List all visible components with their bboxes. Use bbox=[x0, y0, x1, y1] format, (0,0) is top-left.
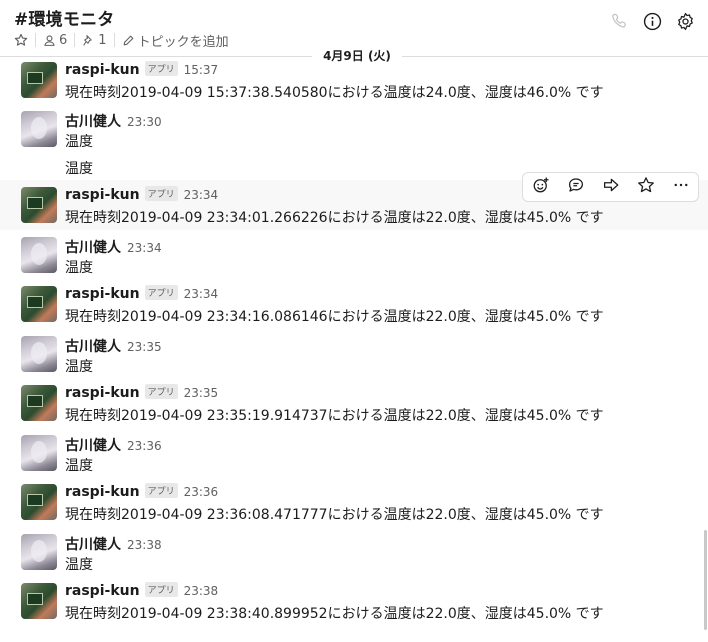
divider bbox=[35, 33, 36, 47]
members-count: 6 bbox=[59, 32, 68, 48]
timestamp[interactable]: 23:36 bbox=[127, 439, 162, 453]
avatar[interactable] bbox=[21, 385, 57, 421]
message[interactable]: 古川健人 23:36 温度 bbox=[0, 428, 708, 478]
author-name[interactable]: raspi-kun bbox=[65, 286, 140, 302]
reply-thread-icon bbox=[567, 176, 585, 198]
avatar[interactable] bbox=[21, 111, 57, 147]
details-button[interactable] bbox=[642, 12, 662, 35]
phone-icon bbox=[610, 12, 628, 34]
avatar[interactable] bbox=[21, 187, 57, 223]
members-button[interactable]: 6 bbox=[43, 33, 67, 48]
divider bbox=[74, 33, 76, 47]
author-name[interactable]: raspi-kun bbox=[65, 484, 140, 500]
avatar[interactable] bbox=[21, 534, 57, 570]
app-badge: アプリ bbox=[144, 483, 178, 498]
timestamp[interactable]: 23:38 bbox=[127, 538, 162, 552]
author-name[interactable]: 古川健人 bbox=[65, 534, 121, 554]
avatar[interactable] bbox=[21, 435, 57, 471]
timestamp[interactable]: 23:30 bbox=[127, 115, 162, 129]
avatar[interactable] bbox=[21, 237, 57, 273]
channel-title[interactable]: #環境モニタ bbox=[14, 5, 114, 30]
settings-button[interactable] bbox=[675, 12, 695, 35]
timestamp[interactable]: 23:36 bbox=[184, 485, 219, 499]
timestamp[interactable]: 23:35 bbox=[127, 340, 162, 354]
message[interactable]: 古川健人 23:35 温度 bbox=[0, 329, 708, 379]
share-message-button[interactable] bbox=[593, 173, 628, 201]
message-text: 温度 bbox=[65, 458, 93, 474]
author-name[interactable]: raspi-kun bbox=[65, 187, 140, 203]
message-text: 温度 bbox=[65, 260, 93, 276]
call-button[interactable] bbox=[609, 13, 629, 33]
message-text: 温度 bbox=[65, 134, 93, 150]
app-badge: アプリ bbox=[144, 285, 178, 300]
pin-icon bbox=[82, 34, 95, 47]
message[interactable]: raspi-kun アプリ 23:38 現在時刻2019-04-09 23:38… bbox=[0, 577, 708, 627]
message-text: 現在時刻2019-04-09 23:35:19.914737における温度は22.… bbox=[65, 408, 604, 424]
share-icon bbox=[602, 176, 620, 198]
message[interactable]: raspi-kun アプリ 15:37 現在時刻2019-04-09 15:37… bbox=[0, 58, 708, 104]
message[interactable]: 古川健人 23:30 温度 温度 bbox=[0, 104, 708, 180]
message-text: 温度 bbox=[65, 557, 93, 573]
gear-icon bbox=[676, 12, 695, 35]
message[interactable]: 古川健人 23:38 温度 bbox=[0, 527, 708, 577]
person-icon bbox=[43, 34, 56, 47]
avatar[interactable] bbox=[21, 286, 57, 322]
save-message-button[interactable] bbox=[628, 173, 663, 201]
author-name[interactable]: raspi-kun bbox=[65, 583, 140, 599]
author-name[interactable]: raspi-kun bbox=[65, 62, 140, 78]
add-topic-button[interactable]: トピックを追加 bbox=[122, 31, 229, 50]
message[interactable]: 古川健人 23:34 温度 bbox=[0, 230, 708, 280]
author-name[interactable]: 古川健人 bbox=[65, 111, 121, 131]
add-topic-label: トピックを追加 bbox=[137, 34, 229, 50]
message-text: 現在時刻2019-04-09 23:34:01.266226における温度は22.… bbox=[65, 210, 604, 226]
author-name[interactable]: 古川健人 bbox=[65, 435, 121, 455]
avatar[interactable] bbox=[21, 583, 57, 619]
avatar[interactable] bbox=[21, 336, 57, 372]
add-reaction-icon bbox=[532, 176, 550, 198]
message-text: 現在時刻2019-04-09 23:36:08.471777における温度は22.… bbox=[65, 507, 604, 523]
pins-button[interactable]: 1 bbox=[82, 32, 107, 48]
message[interactable]: raspi-kun アプリ 23:36 現在時刻2019-04-09 23:36… bbox=[0, 478, 708, 528]
message[interactable]: raspi-kun アプリ 23:35 現在時刻2019-04-09 23:35… bbox=[0, 379, 708, 429]
timestamp[interactable]: 15:37 bbox=[184, 63, 219, 77]
channel-meta: 6 1 トピックを追加 bbox=[14, 31, 229, 50]
message-text: 温度 bbox=[65, 359, 93, 375]
app-badge: アプリ bbox=[144, 384, 178, 399]
message-actions-toolbar bbox=[522, 172, 699, 202]
timestamp[interactable]: 23:35 bbox=[184, 386, 219, 400]
app-badge: アプリ bbox=[144, 61, 178, 76]
star-icon bbox=[14, 33, 28, 47]
message-text: 温度 bbox=[65, 161, 93, 177]
author-name[interactable]: 古川健人 bbox=[65, 336, 121, 356]
timestamp[interactable]: 23:34 bbox=[184, 287, 219, 301]
info-icon bbox=[643, 12, 662, 35]
message-text: 現在時刻2019-04-09 23:34:16.086146における温度は22.… bbox=[65, 309, 604, 325]
timestamp[interactable]: 23:34 bbox=[184, 188, 219, 202]
author-name[interactable]: 古川健人 bbox=[65, 237, 121, 257]
star-channel-button[interactable] bbox=[14, 33, 28, 47]
scrollbar[interactable] bbox=[704, 530, 707, 630]
author-name[interactable]: raspi-kun bbox=[65, 385, 140, 401]
app-badge: アプリ bbox=[144, 582, 178, 597]
message-text: 現在時刻2019-04-09 23:38:40.899952における温度は22.… bbox=[65, 606, 604, 622]
more-actions-button[interactable] bbox=[663, 173, 698, 201]
message[interactable]: raspi-kun アプリ 23:34 現在時刻2019-04-09 23:34… bbox=[0, 280, 708, 330]
add-reaction-button[interactable] bbox=[523, 173, 558, 201]
pencil-icon bbox=[122, 34, 135, 47]
app-badge: アプリ bbox=[144, 186, 178, 201]
reply-thread-button[interactable] bbox=[558, 173, 593, 201]
avatar[interactable] bbox=[21, 484, 57, 520]
timestamp[interactable]: 23:34 bbox=[127, 241, 162, 255]
divider bbox=[113, 33, 115, 47]
pins-count: 1 bbox=[98, 32, 107, 48]
save-star-icon bbox=[637, 176, 655, 198]
avatar[interactable] bbox=[21, 62, 57, 98]
more-actions-icon bbox=[672, 176, 690, 198]
message-text: 現在時刻2019-04-09 15:37:38.540580における温度は24.… bbox=[65, 85, 604, 101]
header-actions bbox=[609, 12, 708, 35]
timestamp[interactable]: 23:38 bbox=[184, 584, 219, 598]
